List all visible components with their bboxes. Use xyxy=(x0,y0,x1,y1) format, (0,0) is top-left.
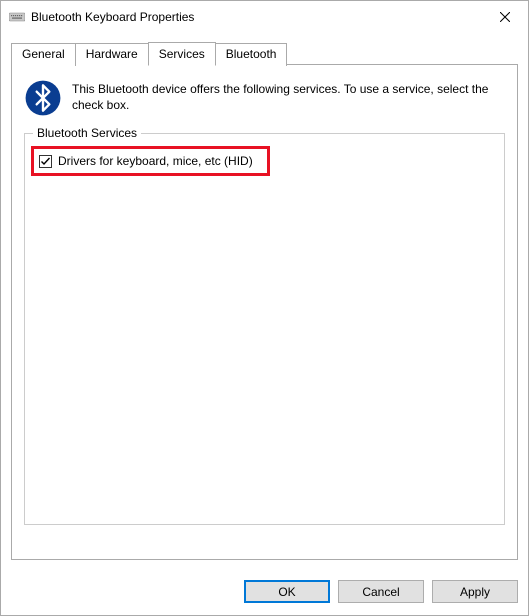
close-button[interactable] xyxy=(482,1,528,33)
keyboard-icon xyxy=(9,9,25,25)
bluetooth-icon xyxy=(24,79,62,117)
tab-panel-services: This Bluetooth device offers the followi… xyxy=(11,64,518,560)
tab-strip: General Hardware Services Bluetooth xyxy=(11,41,518,64)
dialog-window: Bluetooth Keyboard Properties General Ha… xyxy=(0,0,529,616)
info-row: This Bluetooth device offers the followi… xyxy=(24,79,505,117)
ok-button[interactable]: OK xyxy=(244,580,330,603)
apply-button[interactable]: Apply xyxy=(432,580,518,603)
highlight-annotation: Drivers for keyboard, mice, etc (HID) xyxy=(31,146,270,176)
bluetooth-services-group: Bluetooth Services Drivers for keyboard,… xyxy=(24,133,505,525)
titlebar: Bluetooth Keyboard Properties xyxy=(1,1,528,33)
window-title: Bluetooth Keyboard Properties xyxy=(31,10,482,24)
tab-hardware[interactable]: Hardware xyxy=(75,43,149,66)
tab-general[interactable]: General xyxy=(11,43,76,66)
dialog-buttons: OK Cancel Apply xyxy=(1,570,528,615)
group-legend: Bluetooth Services xyxy=(33,126,141,140)
content-area: General Hardware Services Bluetooth This… xyxy=(1,33,528,570)
checkbox-icon xyxy=(39,155,52,168)
tab-services[interactable]: Services xyxy=(148,42,216,66)
info-text: This Bluetooth device offers the followi… xyxy=(72,79,505,113)
tab-bluetooth[interactable]: Bluetooth xyxy=(215,43,288,66)
cancel-button[interactable]: Cancel xyxy=(338,580,424,603)
service-item-label: Drivers for keyboard, mice, etc (HID) xyxy=(58,154,253,168)
service-item-hid[interactable]: Drivers for keyboard, mice, etc (HID) xyxy=(39,154,253,168)
